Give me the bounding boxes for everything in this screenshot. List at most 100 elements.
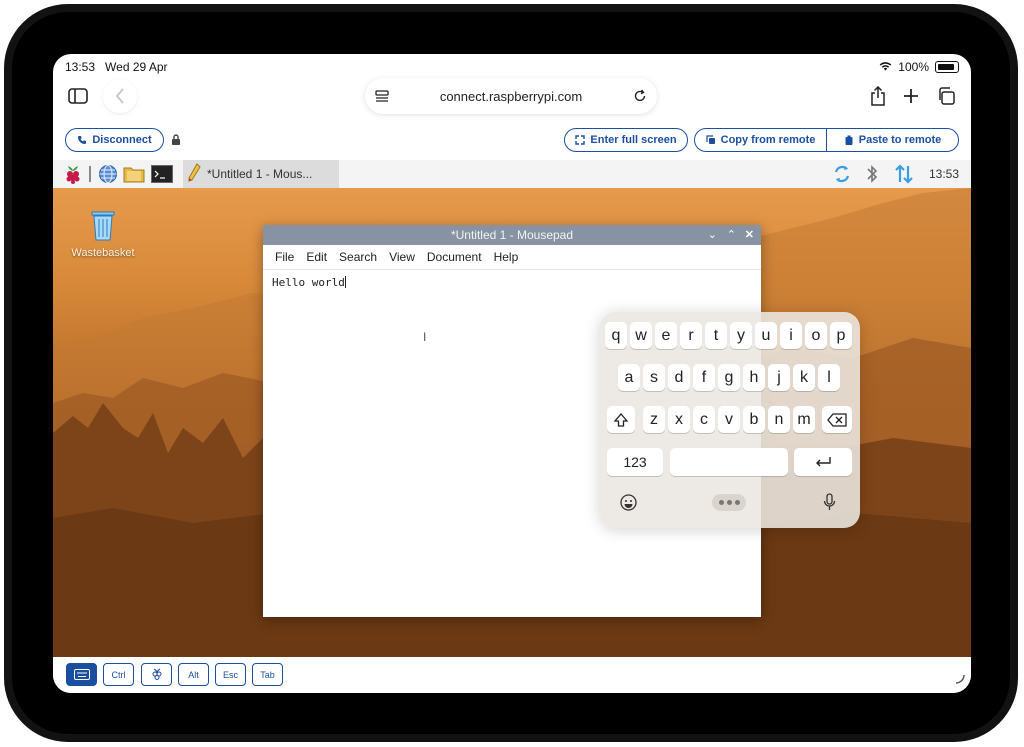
window-title: *Untitled 1 - Mousepad [450, 228, 574, 242]
tab-key[interactable]: Tab [252, 663, 283, 686]
key-r[interactable]: r [680, 322, 702, 349]
back-button[interactable] [103, 79, 137, 113]
copy-from-remote-label: Copy from remote [720, 134, 816, 146]
copy-from-remote-button[interactable]: Copy from remote [695, 129, 827, 151]
sidebar-icon [68, 88, 88, 104]
keyboard-handle-icon[interactable] [712, 494, 746, 511]
key-z[interactable]: z [643, 406, 665, 433]
key-o[interactable]: o [805, 322, 827, 349]
key-g[interactable]: g [718, 364, 740, 391]
chevron-left-icon [115, 88, 124, 104]
numbers-key[interactable]: 123 [607, 448, 663, 476]
key-u[interactable]: u [755, 322, 777, 349]
key-k[interactable]: k [793, 364, 815, 391]
taskbar-clock: 13:53 [929, 167, 960, 181]
backspace-icon [827, 412, 847, 427]
key-w[interactable]: w [630, 322, 652, 349]
disconnect-label: Disconnect [92, 134, 152, 146]
plus-icon [904, 89, 918, 103]
return-key[interactable] [794, 448, 852, 476]
microphone-icon[interactable] [823, 493, 836, 517]
disconnect-button[interactable]: Disconnect [65, 128, 164, 152]
raspberry-menu-icon[interactable] [61, 162, 85, 186]
fullscreen-button[interactable]: Enter full screen [564, 128, 688, 152]
key-c[interactable]: c [693, 406, 715, 433]
sidebar-toggle-button[interactable] [61, 79, 95, 113]
wastebasket-desktop-icon[interactable]: Wastebasket [65, 208, 141, 259]
key-y[interactable]: y [730, 322, 752, 349]
alt-key[interactable]: Alt [178, 663, 209, 686]
address-bar[interactable]: connect.raspberrypi.com [365, 78, 657, 114]
status-date: Wed 29 Apr [105, 60, 168, 74]
ibeam-cursor-icon: I [423, 330, 427, 344]
document-text: Hello world [272, 276, 345, 289]
copy-icon [706, 135, 715, 144]
fullscreen-icon [575, 135, 586, 145]
share-button[interactable] [861, 79, 895, 113]
status-time: 13:53 [65, 60, 96, 74]
new-tab-button[interactable] [894, 79, 928, 113]
key-m[interactable]: m [793, 406, 815, 433]
maximize-icon[interactable]: ⌃ [727, 228, 736, 241]
key-p[interactable]: p [830, 322, 852, 349]
battery-icon [935, 61, 959, 73]
key-e[interactable]: e [655, 322, 677, 349]
bluetooth-icon[interactable] [866, 164, 878, 189]
menu-file[interactable]: File [269, 250, 300, 264]
shift-key[interactable] [607, 406, 635, 433]
minimize-icon[interactable]: ⌄ [708, 228, 717, 241]
tabs-overview-button[interactable] [929, 79, 963, 113]
key-i[interactable]: i [780, 322, 802, 349]
menu-help[interactable]: Help [488, 250, 525, 264]
key-a[interactable]: a [618, 364, 640, 391]
resize-handle-icon [955, 671, 965, 689]
status-bar-left: 13:53 Wed 29 Apr [65, 60, 168, 74]
page-menu-icon[interactable] [365, 89, 399, 103]
emoji-icon[interactable] [620, 494, 637, 516]
wastebasket-label: Wastebasket [71, 247, 135, 259]
reload-icon[interactable] [623, 89, 657, 103]
backspace-key[interactable] [822, 406, 852, 433]
browser-launcher-icon[interactable] [95, 162, 121, 186]
menu-search[interactable]: Search [333, 250, 383, 264]
updater-icon[interactable] [832, 164, 852, 189]
key-d[interactable]: d [668, 364, 690, 391]
file-manager-icon[interactable] [121, 162, 147, 186]
paste-to-remote-label: Paste to remote [858, 134, 942, 146]
close-icon[interactable]: ✕ [745, 228, 754, 241]
taskbar-window-label: *Untitled 1 - Mous... [207, 167, 313, 181]
key-n[interactable]: n [768, 406, 790, 433]
key-x[interactable]: x [668, 406, 690, 433]
key-v[interactable]: v [718, 406, 740, 433]
clipboard-button-group: Copy from remote Paste to remote [694, 128, 959, 152]
pi-taskbar: *Untitled 1 - Mous... 13:53 [53, 160, 971, 189]
ipad-screen: 13:53 Wed 29 Apr 100% connect.raspberryp… [53, 54, 971, 693]
tabs-icon [939, 87, 955, 105]
key-h[interactable]: h [743, 364, 765, 391]
window-titlebar[interactable]: *Untitled 1 - Mousepad ⌄ ⌃ ✕ [263, 225, 761, 245]
key-l[interactable]: l [818, 364, 840, 391]
shift-icon [613, 412, 629, 427]
taskbar-window-button[interactable]: *Untitled 1 - Mous... [183, 160, 339, 188]
raspberry-key[interactable] [141, 663, 172, 686]
paste-icon [845, 135, 853, 145]
paste-to-remote-button[interactable]: Paste to remote [827, 129, 958, 151]
status-bar-right: 100% [879, 60, 959, 74]
ctrl-key[interactable]: Ctrl [103, 663, 134, 686]
menu-view[interactable]: View [383, 250, 421, 264]
key-j[interactable]: j [768, 364, 790, 391]
key-f[interactable]: f [693, 364, 715, 391]
key-s[interactable]: s [643, 364, 665, 391]
keyboard-toggle-button[interactable] [66, 663, 97, 686]
menu-edit[interactable]: Edit [300, 250, 333, 264]
key-t[interactable]: t [705, 322, 727, 349]
menu-bar: File Edit Search View Document Help [263, 245, 761, 270]
terminal-icon[interactable] [147, 162, 177, 186]
menu-document[interactable]: Document [421, 250, 488, 264]
space-key[interactable] [670, 448, 788, 476]
remote-desktop[interactable]: *Untitled 1 - Mous... 13:53 Wastebasket … [53, 160, 971, 657]
key-b[interactable]: b [743, 406, 765, 433]
esc-key[interactable]: Esc [215, 663, 246, 686]
network-icon[interactable] [895, 164, 913, 189]
key-q[interactable]: q [605, 322, 627, 349]
